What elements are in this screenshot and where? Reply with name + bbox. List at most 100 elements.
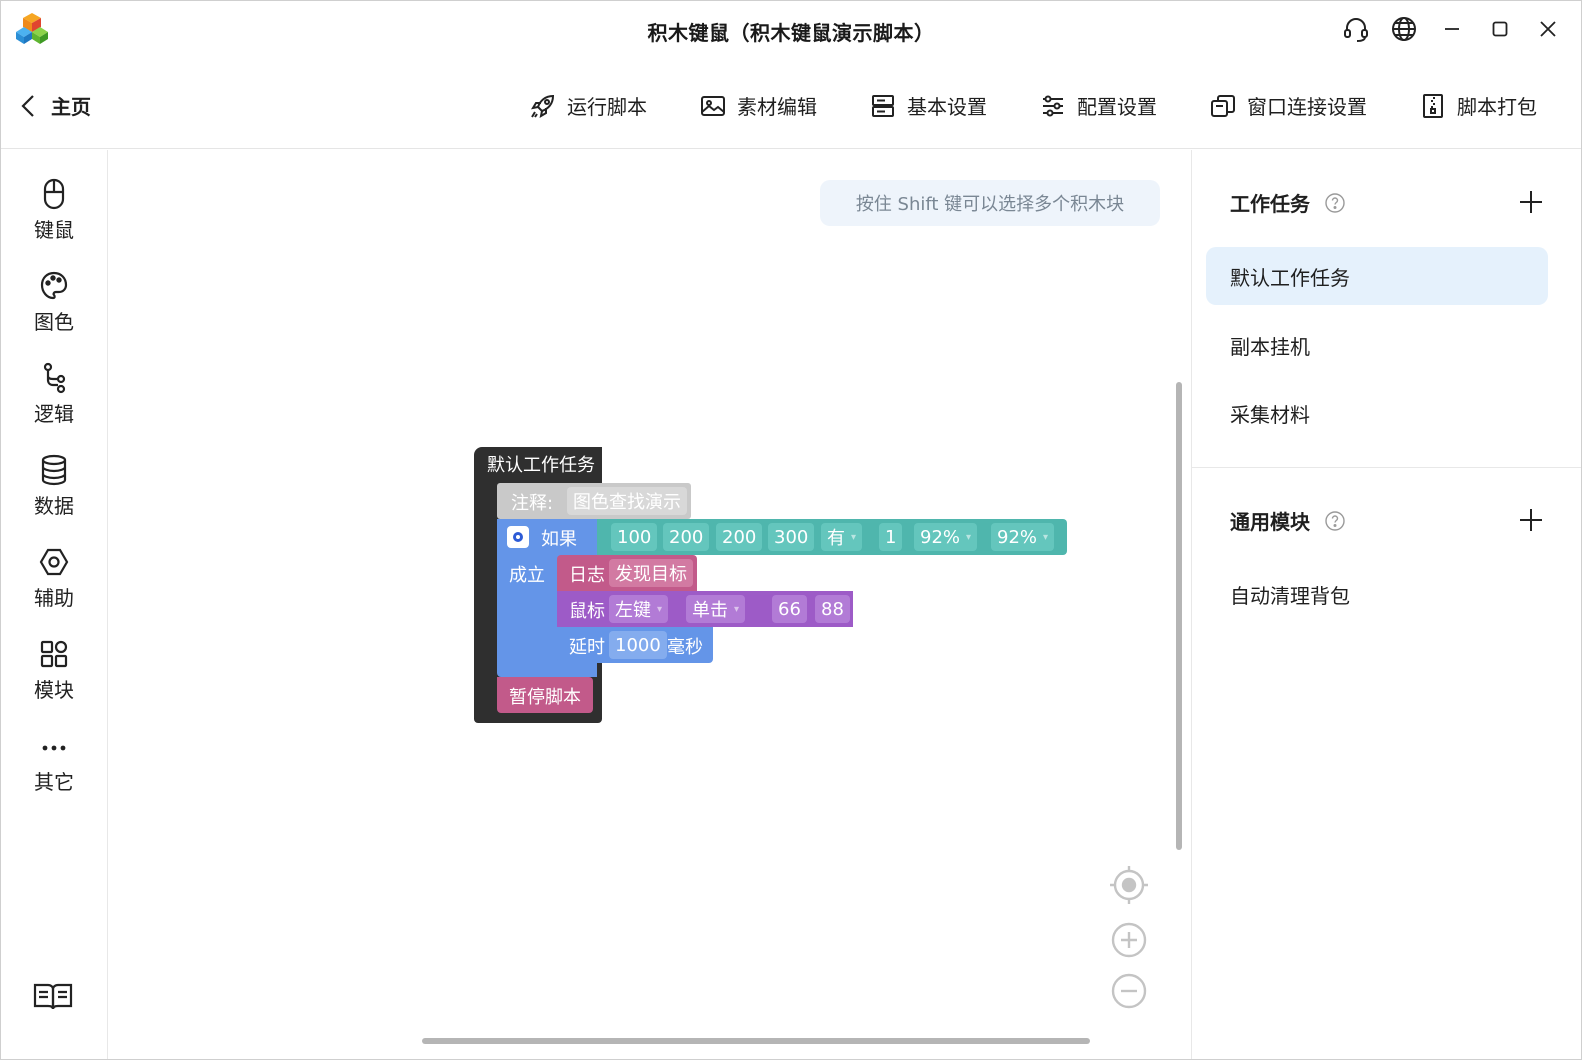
gear-icon[interactable] bbox=[507, 526, 529, 548]
block-category-sidebar: 键鼠 图色 逻辑 数据 辅助 模块 其它 bbox=[1, 150, 108, 1059]
add-module-icon[interactable] bbox=[1519, 508, 1543, 532]
app-window: 积木键鼠（积木键鼠演示脚本） 主页 运行脚本 素材编辑 基本设置 配置设置 窗口… bbox=[0, 0, 1582, 1060]
server-icon bbox=[872, 94, 894, 117]
help-icon[interactable] bbox=[1324, 510, 1346, 532]
region-x2-field[interactable]: 200 bbox=[716, 523, 763, 551]
block-workspace[interactable]: 按住 Shift 键可以选择多个积木块 默认工作任务 注释: 图色查找演示 如果… bbox=[108, 150, 1191, 1059]
horizontal-scrollbar[interactable] bbox=[422, 1038, 1090, 1044]
run-script-label: 运行脚本 bbox=[567, 95, 647, 119]
branch-icon bbox=[43, 362, 66, 394]
docs-button[interactable] bbox=[33, 981, 73, 1015]
config-settings-button[interactable]: 配置设置 bbox=[1039, 91, 1157, 120]
book-icon bbox=[33, 983, 73, 1010]
delay-unit-label: 毫秒 bbox=[667, 637, 703, 658]
zoom-in-icon[interactable] bbox=[1108, 919, 1150, 961]
database-icon bbox=[41, 454, 67, 486]
pause-script-block[interactable]: 暂停脚本 bbox=[497, 677, 593, 713]
sidebar-item-other[interactable]: 其它 bbox=[1, 730, 107, 810]
count-field[interactable]: 1 bbox=[879, 523, 903, 551]
title-bar: 积木键鼠（积木键鼠演示脚本） bbox=[1, 1, 1581, 61]
asset-edit-button[interactable]: 素材编辑 bbox=[699, 91, 817, 120]
config-settings-label: 配置设置 bbox=[1077, 95, 1157, 119]
basic-settings-label: 基本设置 bbox=[907, 95, 987, 119]
recenter-icon[interactable] bbox=[1108, 864, 1150, 906]
similarity-dropdown[interactable]: 92% bbox=[914, 523, 978, 551]
region-x1-field[interactable]: 100 bbox=[611, 523, 658, 551]
panel-divider bbox=[1192, 467, 1581, 468]
zoom-out-icon[interactable] bbox=[1108, 970, 1150, 1012]
sidebar-item-keymouse[interactable]: 键鼠 bbox=[1, 178, 107, 258]
click-type-dropdown[interactable]: 单击 bbox=[686, 595, 746, 623]
delay-ms-field[interactable]: 1000 bbox=[609, 631, 667, 659]
script-package-label: 脚本打包 bbox=[1457, 95, 1537, 119]
modules-title: 通用模块 bbox=[1230, 510, 1310, 534]
multi-select-hint: 按住 Shift 键可以选择多个积木块 bbox=[820, 180, 1160, 226]
task-panel: 工作任务 默认工作任务 副本挂机 采集材料 通用模块 自动清理背包 bbox=[1191, 150, 1581, 1059]
globe-icon[interactable] bbox=[1389, 13, 1419, 45]
if-label: 如果 bbox=[541, 529, 577, 550]
sidebar-label: 数据 bbox=[34, 494, 74, 518]
sidebar-label: 其它 bbox=[34, 770, 74, 794]
close-icon[interactable] bbox=[1533, 13, 1563, 45]
window-connect-label: 窗口连接设置 bbox=[1247, 95, 1367, 119]
help-icon[interactable] bbox=[1324, 192, 1346, 214]
window-connect-button[interactable]: 窗口连接设置 bbox=[1209, 91, 1367, 120]
sidebar-item-module[interactable]: 模块 bbox=[1, 638, 107, 718]
home-back-button[interactable]: 主页 bbox=[19, 91, 91, 120]
mouse-click-block[interactable]: 鼠标 左键 单击 66 88 bbox=[557, 591, 853, 627]
hat-block-label: 默认工作任务 bbox=[487, 455, 595, 476]
modules-header: 通用模块 bbox=[1230, 506, 1346, 535]
zip-icon bbox=[1423, 93, 1443, 118]
comment-block[interactable]: 注释: 图色查找演示 bbox=[497, 483, 691, 519]
tasks-title: 工作任务 bbox=[1230, 192, 1310, 216]
comment-value[interactable]: 图色查找演示 bbox=[567, 487, 687, 515]
hex-nut-icon bbox=[39, 548, 69, 576]
task-item-dungeon[interactable]: 副本挂机 bbox=[1206, 316, 1548, 374]
log-block[interactable]: 日志 发现目标 bbox=[557, 555, 697, 591]
mouse-y-field[interactable]: 88 bbox=[815, 595, 850, 623]
image-icon bbox=[701, 95, 725, 116]
sidebar-label: 键鼠 bbox=[34, 218, 74, 242]
comment-label: 注释: bbox=[511, 493, 554, 514]
sidebar-item-vision[interactable]: 图色 bbox=[1, 270, 107, 350]
sidebar-label: 模块 bbox=[34, 678, 74, 702]
color-similarity-dropdown[interactable]: 92% bbox=[991, 523, 1055, 551]
region-y2-field[interactable]: 300 bbox=[768, 523, 815, 551]
mouse-icon bbox=[43, 178, 65, 210]
basic-settings-button[interactable]: 基本设置 bbox=[869, 91, 987, 120]
task-item-gather[interactable]: 采集材料 bbox=[1206, 384, 1548, 442]
mouse-button-dropdown[interactable]: 左键 bbox=[609, 595, 669, 623]
image-search-block[interactable]: 100 200 200 300 有 1 92% 92% bbox=[597, 519, 1067, 555]
sidebar-item-logic[interactable]: 逻辑 bbox=[1, 362, 107, 442]
more-icon bbox=[42, 745, 66, 751]
then-label: 成立 bbox=[509, 565, 545, 586]
palette-icon bbox=[40, 271, 68, 300]
sliders-icon bbox=[1043, 95, 1063, 116]
sidebar-item-assist[interactable]: 辅助 bbox=[1, 546, 107, 626]
region-y1-field[interactable]: 200 bbox=[663, 523, 710, 551]
run-script-button[interactable]: 运行脚本 bbox=[529, 91, 647, 120]
rocket-icon bbox=[530, 94, 555, 118]
chevron-left-icon bbox=[21, 94, 34, 117]
exists-dropdown[interactable]: 有 bbox=[821, 523, 863, 551]
script-package-button[interactable]: 脚本打包 bbox=[1419, 91, 1537, 120]
log-label: 日志 bbox=[569, 565, 605, 586]
add-task-icon[interactable] bbox=[1519, 190, 1543, 214]
sidebar-label: 逻辑 bbox=[34, 402, 74, 426]
task-item-default[interactable]: 默认工作任务 bbox=[1206, 247, 1548, 305]
maximize-icon[interactable] bbox=[1485, 13, 1515, 45]
home-label: 主页 bbox=[51, 95, 91, 119]
headset-icon[interactable] bbox=[1341, 13, 1371, 45]
mouse-x-field[interactable]: 66 bbox=[772, 595, 807, 623]
sidebar-item-data[interactable]: 数据 bbox=[1, 454, 107, 534]
sidebar-label: 图色 bbox=[34, 310, 74, 334]
sidebar-label: 辅助 bbox=[34, 586, 74, 610]
log-message-field[interactable]: 发现目标 bbox=[609, 559, 693, 587]
main-toolbar: 主页 运行脚本 素材编辑 基本设置 配置设置 窗口连接设置 脚本打包 bbox=[1, 71, 1581, 149]
module-item-clean-bag[interactable]: 自动清理背包 bbox=[1206, 565, 1548, 623]
delay-block[interactable]: 延时 1000 毫秒 bbox=[557, 627, 713, 663]
vertical-scrollbar[interactable] bbox=[1176, 382, 1182, 850]
grid-icon bbox=[40, 640, 68, 668]
mouse-label: 鼠标 bbox=[569, 601, 605, 622]
minimize-icon[interactable] bbox=[1437, 13, 1467, 45]
